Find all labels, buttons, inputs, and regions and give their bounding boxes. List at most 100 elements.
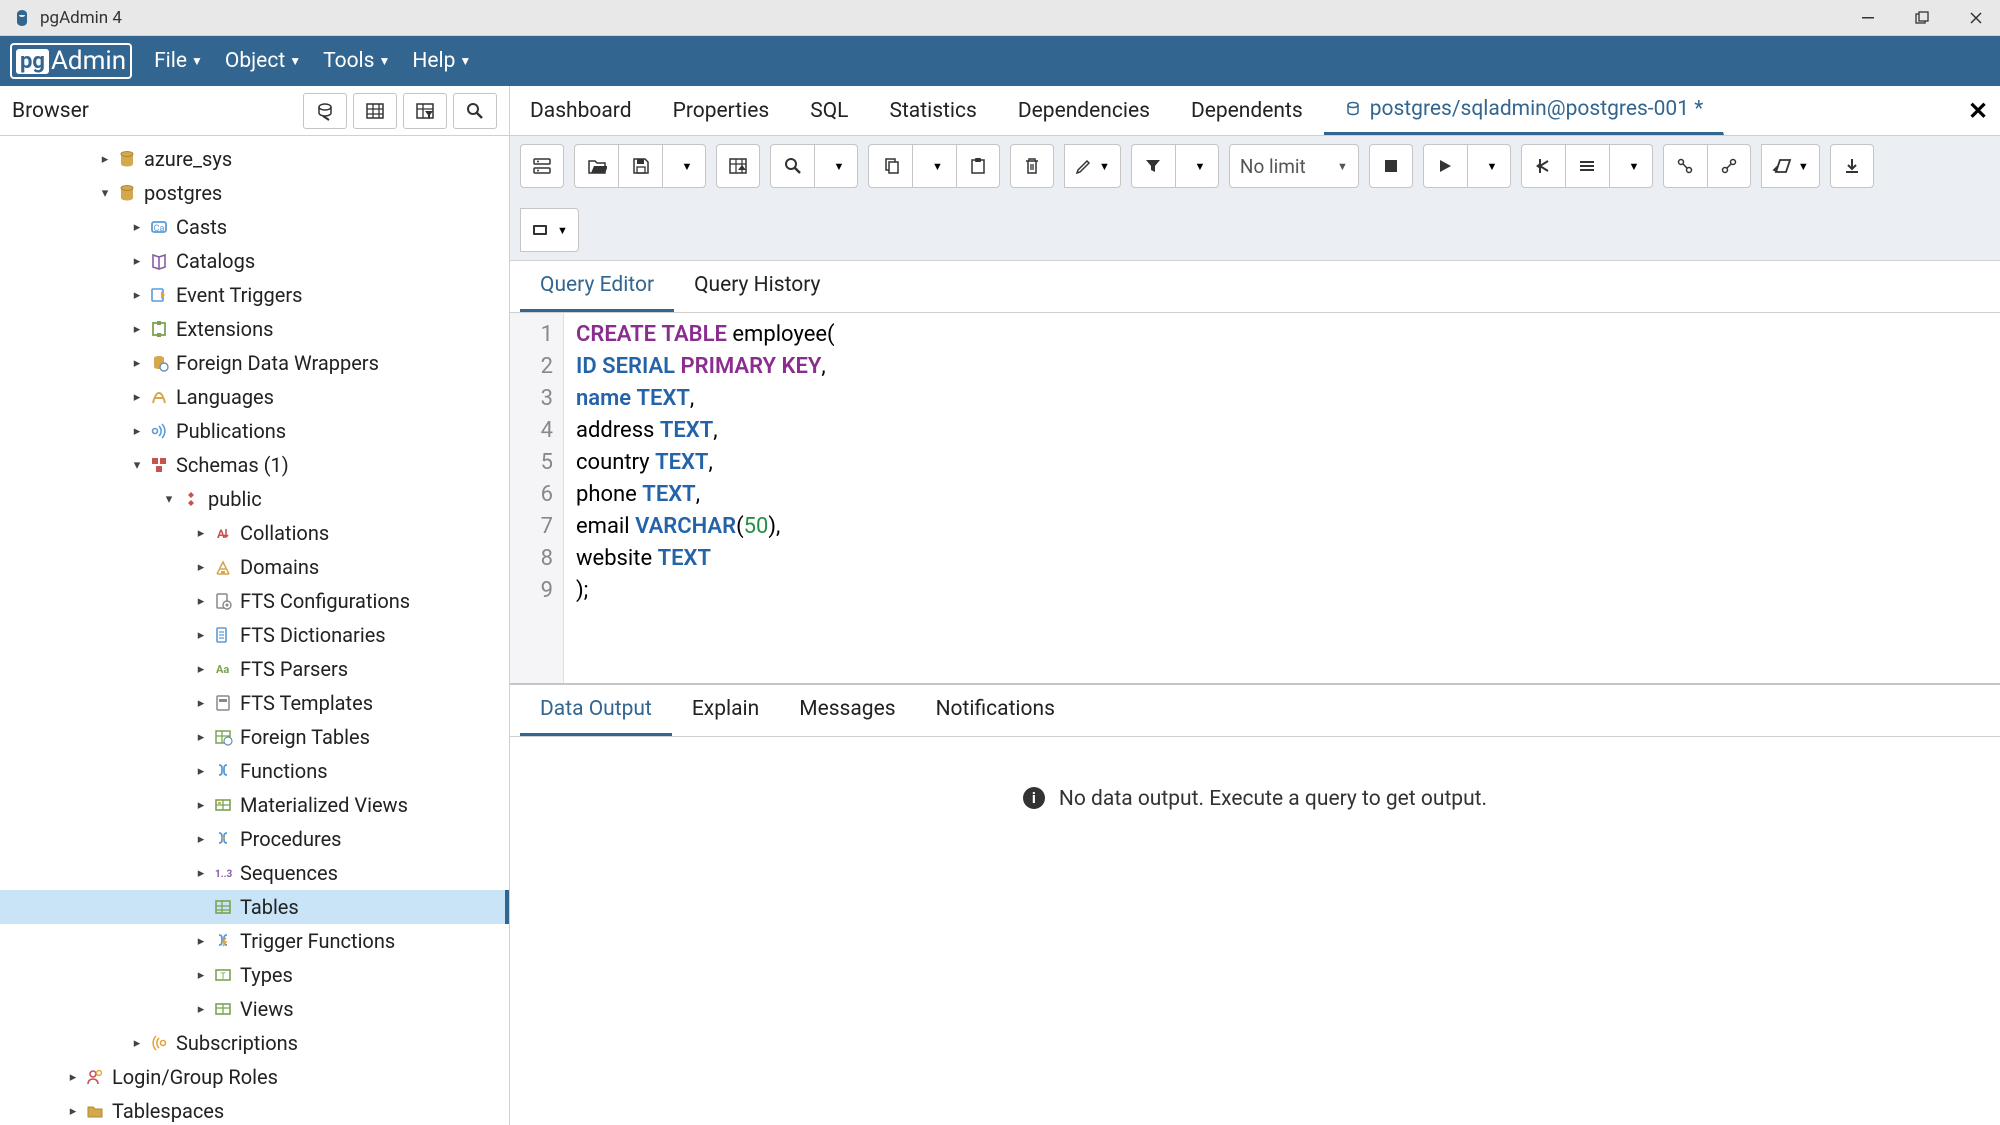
tree-node-subscriptions[interactable]: ▸Subscriptions	[0, 1026, 509, 1060]
tree-node-foreign-data-wrappers[interactable]: ▸Foreign Data Wrappers	[0, 346, 509, 380]
chevron-icon[interactable]: ▸	[192, 832, 210, 847]
chevron-icon[interactable]: ▸	[192, 1002, 210, 1017]
menu-object[interactable]: Object▼	[225, 49, 301, 73]
chevron-icon[interactable]: ▸	[192, 866, 210, 881]
chevron-icon[interactable]: ▸	[192, 662, 210, 677]
tab-dashboard[interactable]: Dashboard	[510, 86, 653, 135]
chevron-icon[interactable]: ▾	[160, 492, 178, 507]
tab-statistics[interactable]: Statistics	[869, 86, 997, 135]
chevron-icon[interactable]: ▸	[192, 764, 210, 779]
minimize-button[interactable]	[1856, 6, 1880, 30]
chevron-icon[interactable]: ▸	[192, 526, 210, 541]
close-tab-button[interactable]: ✕	[1956, 86, 2000, 135]
chevron-icon[interactable]: ▾	[96, 186, 114, 201]
close-button[interactable]	[1964, 6, 1988, 30]
tree-node-collations[interactable]: ▸ACollations	[0, 516, 509, 550]
filter-rows-icon[interactable]	[403, 93, 447, 129]
tree-node-catalogs[interactable]: ▸Catalogs	[0, 244, 509, 278]
chevron-icon[interactable]: ▸	[128, 424, 146, 439]
explain-button[interactable]	[1521, 144, 1565, 188]
browser-tree[interactable]: ▸azure_sys▾postgres▸CaCasts▸Catalogs▸Eve…	[0, 136, 510, 1125]
open-file-button[interactable]	[574, 144, 618, 188]
tree-node-tablespaces[interactable]: ▸Tablespaces	[0, 1094, 509, 1125]
maximize-button[interactable]	[1910, 6, 1934, 30]
stop-button[interactable]	[1369, 144, 1413, 188]
pgadmin-logo[interactable]: pgAdmin	[10, 43, 132, 79]
tree-node-domains[interactable]: ▸Domains	[0, 550, 509, 584]
output-tab-data-output[interactable]: Data Output	[520, 685, 672, 736]
filter-button[interactable]	[1131, 144, 1175, 188]
chevron-icon[interactable]: ▾	[128, 458, 146, 473]
tree-node-sequences[interactable]: ▸1..3Sequences	[0, 856, 509, 890]
paste-button[interactable]	[956, 144, 1000, 188]
tree-node-event-triggers[interactable]: ▸Event Triggers	[0, 278, 509, 312]
find-button[interactable]	[770, 144, 814, 188]
commit-button[interactable]	[1663, 144, 1707, 188]
macros-button[interactable]: ▼	[520, 208, 579, 252]
menu-file[interactable]: File▼	[154, 49, 203, 73]
chevron-icon[interactable]: ▸	[192, 696, 210, 711]
search-icon[interactable]	[453, 93, 497, 129]
tree-node-login-group-roles[interactable]: ▸Login/Group Roles	[0, 1060, 509, 1094]
tab-dependencies[interactable]: Dependencies	[998, 86, 1171, 135]
explain-analyze-button[interactable]	[1565, 144, 1609, 188]
chevron-icon[interactable]: ▸	[128, 1036, 146, 1051]
chevron-icon[interactable]: ▸	[128, 322, 146, 337]
explain-dropdown[interactable]: ▼	[1609, 144, 1653, 188]
output-tab-notifications[interactable]: Notifications	[916, 685, 1075, 736]
chevron-icon[interactable]: ▸	[128, 254, 146, 269]
chevron-icon[interactable]: ▸	[192, 730, 210, 745]
tree-node-fts-templates[interactable]: ▸FTS Templates	[0, 686, 509, 720]
clear-button[interactable]: ▼	[1761, 144, 1820, 188]
chevron-icon[interactable]: ▸	[96, 152, 114, 167]
tree-node-tables[interactable]: Tables	[0, 890, 509, 924]
editor-tab-query-history[interactable]: Query History	[674, 261, 840, 312]
connection-icon[interactable]	[520, 144, 564, 188]
chevron-icon[interactable]: ▸	[128, 288, 146, 303]
tree-node-casts[interactable]: ▸CaCasts	[0, 210, 509, 244]
delete-button[interactable]	[1010, 144, 1054, 188]
tree-node-publications[interactable]: ▸Publications	[0, 414, 509, 448]
tree-node-types[interactable]: ▸TTypes	[0, 958, 509, 992]
chevron-icon[interactable]: ▸	[192, 594, 210, 609]
tree-node-extensions[interactable]: ▸Extensions	[0, 312, 509, 346]
tree-node-fts-parsers[interactable]: ▸AaFTS Parsers	[0, 652, 509, 686]
save-dropdown[interactable]: ▼	[662, 144, 706, 188]
tree-node-materialized-views[interactable]: ▸Materialized Views	[0, 788, 509, 822]
tree-node-procedures[interactable]: ▸Procedures	[0, 822, 509, 856]
output-tab-explain[interactable]: Explain	[672, 685, 779, 736]
tree-node-views[interactable]: ▸Views	[0, 992, 509, 1026]
save-button[interactable]	[618, 144, 662, 188]
download-button[interactable]	[1830, 144, 1874, 188]
copy-dropdown[interactable]: ▼	[912, 144, 956, 188]
tree-node-fts-configurations[interactable]: ▸FTS Configurations	[0, 584, 509, 618]
copy-button[interactable]	[868, 144, 912, 188]
query-tool-icon[interactable]	[303, 93, 347, 129]
menu-tools[interactable]: Tools▼	[323, 49, 390, 73]
tree-node-languages[interactable]: ▸Languages	[0, 380, 509, 414]
tree-node-postgres[interactable]: ▾postgres	[0, 176, 509, 210]
chevron-icon[interactable]: ▸	[64, 1070, 82, 1085]
chevron-icon[interactable]: ▸	[192, 934, 210, 949]
chevron-icon[interactable]: ▸	[128, 356, 146, 371]
tree-node-schemas--1-[interactable]: ▾Schemas (1)	[0, 448, 509, 482]
tree-node-foreign-tables[interactable]: ▸Foreign Tables	[0, 720, 509, 754]
tree-node-fts-dictionaries[interactable]: ▸FTS Dictionaries	[0, 618, 509, 652]
save-data-button[interactable]	[716, 144, 760, 188]
tab-query-tool-active[interactable]: postgres/sqladmin@postgres-001 *	[1324, 86, 1725, 135]
chevron-icon[interactable]: ▸	[128, 220, 146, 235]
tree-node-trigger-functions[interactable]: ▸Trigger Functions	[0, 924, 509, 958]
output-tab-messages[interactable]: Messages	[779, 685, 915, 736]
chevron-icon[interactable]: ▸	[64, 1104, 82, 1119]
chevron-icon[interactable]: ▸	[192, 560, 210, 575]
sql-editor[interactable]: 123456789 CREATE TABLE employee(ID SERIA…	[510, 313, 2000, 683]
execute-button[interactable]	[1423, 144, 1467, 188]
chevron-icon[interactable]: ▸	[192, 968, 210, 983]
limit-select[interactable]: No limit▼	[1229, 144, 1359, 188]
tree-node-azure-sys[interactable]: ▸azure_sys	[0, 142, 509, 176]
chevron-icon[interactable]: ▸	[192, 628, 210, 643]
tab-sql[interactable]: SQL	[790, 86, 869, 135]
filter-dropdown[interactable]: ▼	[1175, 144, 1219, 188]
view-data-icon[interactable]	[353, 93, 397, 129]
editor-tab-query-editor[interactable]: Query Editor	[520, 261, 674, 312]
